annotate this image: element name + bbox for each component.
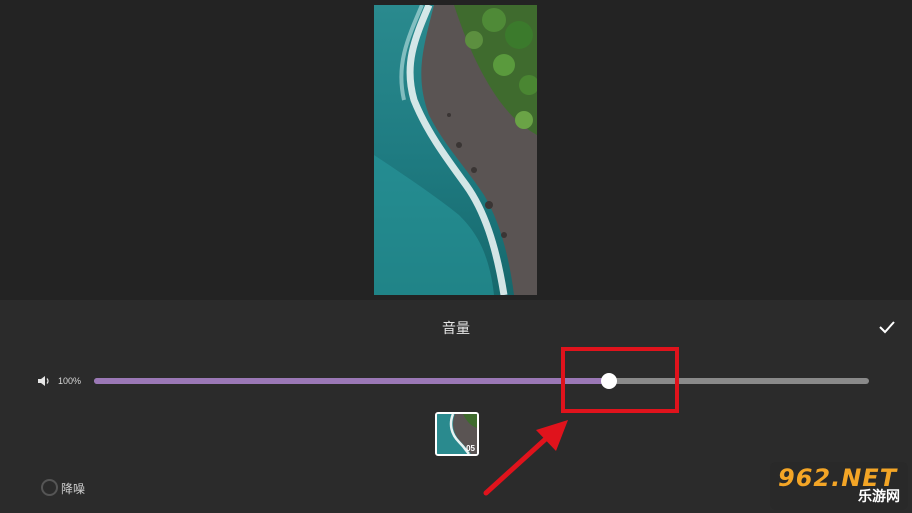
clip-duration: 05 <box>466 444 475 453</box>
watermark-logo: 962.NET 乐游网 <box>770 462 908 510</box>
checkmark-icon <box>879 321 895 334</box>
denoise-toggle[interactable] <box>41 479 58 496</box>
annotation-highlight-box <box>561 347 679 413</box>
volume-icon <box>38 376 49 386</box>
watermark-sub-text: 乐游网 <box>858 489 900 505</box>
video-preview-frame[interactable] <box>374 5 537 295</box>
video-editor-screen: 音量 100% 05 降噪 962.NET 乐游网 <box>0 0 912 513</box>
panel-title: 音量 <box>442 321 470 337</box>
aerial-coastline-image <box>374 5 537 295</box>
video-preview-area <box>0 0 912 300</box>
volume-slider-fill <box>94 378 610 384</box>
denoise-label: 降噪 <box>61 482 86 496</box>
confirm-button[interactable] <box>876 316 898 338</box>
annotation-arrow-icon <box>483 420 568 496</box>
clip-thumbnail[interactable]: 05 <box>435 412 479 456</box>
volume-slider[interactable] <box>94 373 869 389</box>
volume-value: 100% <box>58 376 82 386</box>
